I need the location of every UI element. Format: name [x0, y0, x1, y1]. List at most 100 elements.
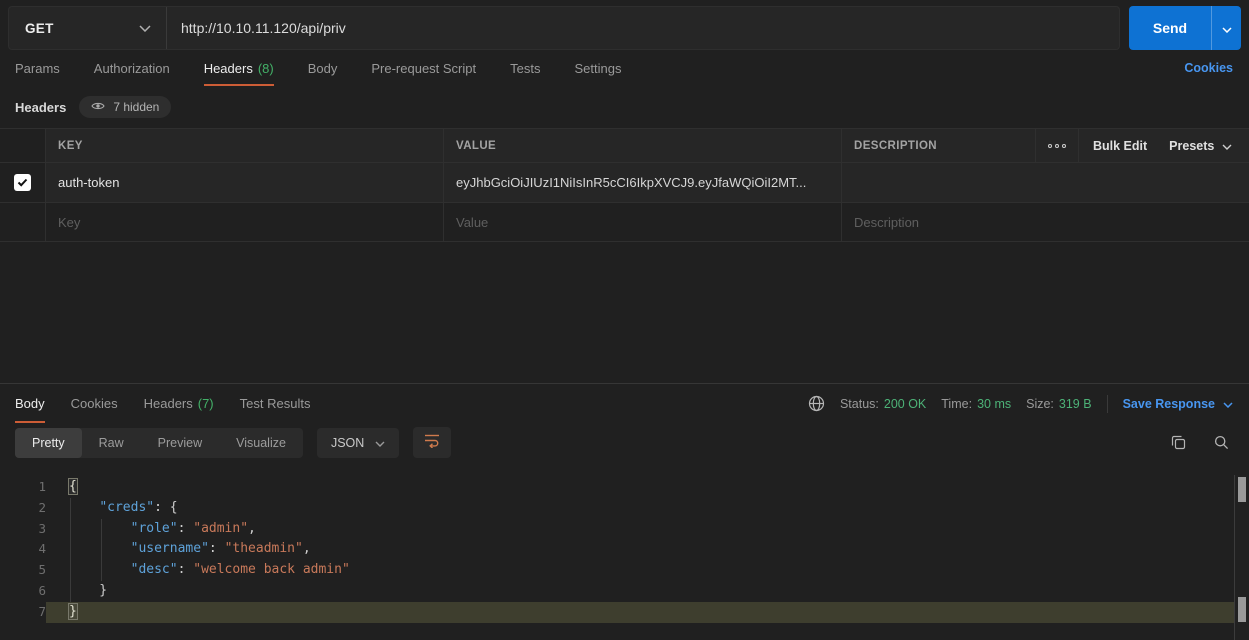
json-key: "role" [131, 521, 178, 536]
search-icon[interactable] [1214, 435, 1229, 450]
new-value-field[interactable]: Value [443, 203, 841, 241]
select-all-cell [0, 129, 45, 162]
row-checkbox-cell [0, 163, 45, 202]
chevron-down-icon [1222, 139, 1232, 153]
line-number: 4 [0, 539, 46, 560]
indent-guide [101, 519, 102, 581]
json-token: } [68, 603, 78, 620]
headers-count: (8) [258, 61, 274, 76]
time-badge: Time: 30 ms [941, 397, 1011, 411]
scrollbar-thumb[interactable] [1238, 477, 1246, 502]
size-value: 319 B [1059, 397, 1092, 411]
method-dropdown[interactable]: GET [9, 7, 166, 49]
row-checkbox-cell [0, 203, 45, 241]
json-string: "theadmin" [225, 541, 303, 556]
send-button[interactable]: Send [1129, 6, 1211, 50]
view-tab-raw[interactable]: Raw [82, 428, 141, 458]
status-badge: Status: 200 OK [840, 397, 926, 411]
eye-icon [91, 100, 105, 114]
response-tools [1171, 435, 1229, 450]
response-tab-headers[interactable]: Headers (7) [144, 384, 214, 423]
json-key: "creds" [99, 500, 154, 515]
response-meta: Status: 200 OK Time: 30 ms Size: 319 B S… [808, 395, 1233, 413]
url-input[interactable]: http://10.10.11.120/api/priv [167, 7, 1119, 49]
header-description-field[interactable] [841, 163, 1249, 202]
status-value: 200 OK [884, 397, 926, 411]
code-line: 5 "desc": "welcome back admin" [0, 560, 1249, 581]
empty-area [0, 242, 1249, 383]
code-lines: 1 { 2 "creds": { 3 "role": "admin", 4 "u… [0, 475, 1249, 623]
scrollbar-marker[interactable] [1238, 597, 1246, 622]
code-line: 2 "creds": { [0, 498, 1249, 519]
json-string: "welcome back admin" [193, 562, 350, 577]
header-value-field[interactable]: eyJhbGciOiJIUzI1NiIsInR5cCI6IkpXVCJ9.eyJ… [443, 163, 841, 202]
line-number: 3 [0, 519, 46, 540]
tab-headers[interactable]: Headers (8) [204, 50, 274, 86]
wrap-text-button[interactable] [413, 427, 451, 458]
line-number: 1 [0, 477, 46, 498]
table-header-row: KEY VALUE DESCRIPTION Bulk Edit Presets [0, 129, 1249, 163]
headers-title: Headers [15, 100, 66, 115]
tab-body[interactable]: Body [308, 50, 338, 86]
send-options-button[interactable] [1211, 6, 1241, 50]
chevron-down-icon [375, 436, 385, 450]
json-string: "admin" [193, 521, 248, 536]
tab-params[interactable]: Params [15, 50, 60, 86]
code-line-highlighted: 7 } [0, 602, 1249, 623]
table-actions: Bulk Edit Presets [1035, 129, 1249, 162]
format-label: JSON [331, 436, 364, 450]
headers-table: KEY VALUE DESCRIPTION Bulk Edit Presets [0, 128, 1249, 242]
table-placeholder-row: Key Value Description [0, 203, 1249, 242]
response-view-bar: Pretty Raw Preview Visualize JSON [0, 423, 1249, 462]
tab-pre-request-script[interactable]: Pre-request Script [371, 50, 476, 86]
indent-guide [70, 498, 71, 602]
send-split-button: Send [1129, 6, 1241, 50]
line-number: 5 [0, 560, 46, 581]
column-header-value: VALUE [443, 129, 841, 162]
time-value: 30 ms [977, 397, 1011, 411]
response-headers-count: (7) [198, 396, 214, 411]
new-description-field[interactable]: Description [841, 203, 1249, 241]
response-tab-cookies[interactable]: Cookies [71, 384, 118, 423]
view-tab-preview[interactable]: Preview [141, 428, 219, 458]
more-options-icon[interactable] [1036, 129, 1079, 162]
chevron-down-icon [1222, 21, 1232, 36]
view-tab-pretty[interactable]: Pretty [15, 428, 82, 458]
wrap-text-icon [424, 433, 440, 453]
request-url-bar: GET http://10.10.11.120/api/priv Send [8, 6, 1241, 50]
save-response-button[interactable]: Save Response [1123, 397, 1233, 411]
hidden-headers-label: 7 hidden [113, 100, 159, 114]
tab-tests[interactable]: Tests [510, 50, 540, 86]
json-key: "username" [131, 541, 209, 556]
request-tabs-row: Params Authorization Headers (8) Body Pr… [0, 50, 1249, 92]
globe-icon[interactable] [808, 395, 825, 412]
response-tab-body[interactable]: Body [15, 384, 45, 423]
headers-section-header: Headers 7 hidden [0, 92, 1249, 122]
bulk-edit-button[interactable]: Bulk Edit [1093, 139, 1147, 153]
code-line: 3 "role": "admin", [0, 519, 1249, 540]
response-body-editor: 1 { 2 "creds": { 3 "role": "admin", 4 "u… [0, 475, 1249, 640]
chevron-down-icon [1223, 397, 1233, 411]
row-checkbox-checked[interactable] [14, 174, 31, 191]
view-tab-visualize[interactable]: Visualize [219, 428, 303, 458]
copy-icon[interactable] [1171, 435, 1186, 450]
scrollbar[interactable] [1234, 475, 1249, 640]
view-mode-switch: Pretty Raw Preview Visualize [15, 428, 303, 458]
tab-settings[interactable]: Settings [574, 50, 621, 86]
presets-dropdown[interactable]: Presets [1169, 139, 1232, 153]
code-line: 4 "username": "theadmin", [0, 539, 1249, 560]
json-key: "desc" [131, 562, 178, 577]
code-line: 6 } [0, 581, 1249, 602]
line-number: 6 [0, 581, 46, 602]
hidden-headers-toggle[interactable]: 7 hidden [79, 96, 171, 118]
tab-authorization[interactable]: Authorization [94, 50, 170, 86]
format-dropdown[interactable]: JSON [317, 428, 399, 458]
response-tab-test-results[interactable]: Test Results [240, 384, 311, 423]
cookies-link[interactable]: Cookies [1184, 50, 1233, 75]
response-header: Body Cookies Headers (7) Test Results St… [0, 384, 1249, 423]
postman-request-view: GET http://10.10.11.120/api/priv Send Pa… [0, 0, 1249, 640]
header-key-field[interactable]: auth-token [45, 163, 443, 202]
new-key-field[interactable]: Key [45, 203, 443, 241]
column-header-description: DESCRIPTION [841, 129, 1035, 162]
method-label: GET [25, 21, 54, 36]
